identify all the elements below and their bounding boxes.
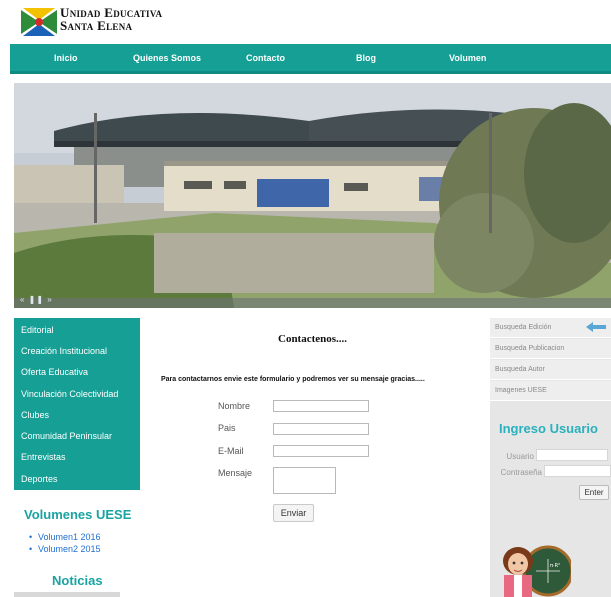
teacher-illustration: π·R² xyxy=(503,545,571,597)
brand-line-2: Santa Elena xyxy=(60,18,133,33)
volume-link-2016[interactable]: Volumen1 2016 xyxy=(29,532,101,544)
enter-button[interactable]: Enter xyxy=(579,485,609,500)
menu-item-editorial[interactable]: Editorial xyxy=(21,325,54,335)
left-menu: Editorial Creación Institucional Oferta … xyxy=(14,318,140,490)
menu-item-entrevistas[interactable]: Entrevistas xyxy=(21,452,66,462)
country-label: Pais xyxy=(218,423,236,433)
message-textarea[interactable] xyxy=(273,467,336,494)
search-publication-label: Busqueda Publicacion xyxy=(495,345,565,352)
country-field[interactable] xyxy=(273,423,369,435)
name-label: Nombre xyxy=(218,401,251,411)
school-logo-icon[interactable] xyxy=(21,8,57,36)
menu-item-creacion-institucional[interactable]: Creación Institucional xyxy=(21,346,107,356)
footer-strip xyxy=(14,592,120,597)
main-nav: Inicio Quienes Somos Contacto Blog Volum… xyxy=(10,44,611,74)
password-label: Contraseña xyxy=(500,468,542,477)
email-label: E-Mail xyxy=(218,446,244,456)
email-field[interactable] xyxy=(273,445,369,457)
search-publication-link[interactable]: Busqueda Publicacion xyxy=(490,339,611,359)
nav-blog[interactable]: Blog xyxy=(356,53,376,63)
news-title: Noticias xyxy=(52,573,103,588)
contact-intro: Para contactarnos envie este formulario … xyxy=(161,376,425,383)
volume-link-2015[interactable]: Volumen2 2015 xyxy=(29,544,101,556)
send-button[interactable]: Enviar xyxy=(273,504,314,522)
search-edition-link[interactable]: Busqueda Edición xyxy=(490,318,611,338)
menu-item-comunidad-peninsular[interactable]: Comunidad Peninsular xyxy=(21,431,112,441)
right-sidebar: Busqueda Edición Busqueda Publicacion Bu… xyxy=(490,318,611,597)
user-label: Usuario xyxy=(506,452,534,461)
search-edition-label: Busqueda Edición xyxy=(495,324,552,331)
search-author-label: Busqueda Autor xyxy=(495,366,545,373)
volumes-list: Volumen1 2016 Volumen2 2015 xyxy=(29,532,101,556)
menu-item-clubes[interactable]: Clubes xyxy=(21,410,49,420)
nav-contacto[interactable]: Contacto xyxy=(246,53,285,63)
slideshow-controls[interactable]: « ❚❚ » xyxy=(20,295,53,304)
school-photo xyxy=(14,83,611,308)
nav-volumen[interactable]: Volumen xyxy=(449,53,486,63)
images-link[interactable]: Imagenes UESE xyxy=(490,381,611,401)
menu-item-deportes[interactable]: Deportes xyxy=(21,474,58,484)
contact-title: Contactenos.... xyxy=(278,333,348,345)
nav-quienes-somos[interactable]: Quienes Somos xyxy=(133,53,201,63)
menu-item-vinculacion-colectividad[interactable]: Vinculación Colectividad xyxy=(21,389,118,399)
nav-inicio[interactable]: Inicio xyxy=(54,53,78,63)
name-field[interactable] xyxy=(273,400,369,412)
images-label: Imagenes UESE xyxy=(495,387,547,394)
back-arrow-icon[interactable] xyxy=(586,322,606,332)
password-input[interactable] xyxy=(544,465,611,477)
login-title: Ingreso Usuario xyxy=(499,421,598,436)
user-input[interactable] xyxy=(536,449,608,461)
volumes-title: Volumenes UESE xyxy=(24,507,132,522)
site-brand[interactable]: Unidad Educativa Santa Elena xyxy=(60,6,162,32)
header: Unidad Educativa Santa Elena xyxy=(0,0,611,44)
menu-item-oferta-educativa[interactable]: Oferta Educativa xyxy=(21,367,88,377)
board-formula: π·R² xyxy=(550,563,560,569)
message-label: Mensaje xyxy=(218,468,253,478)
banner-slideshow[interactable]: « ❚❚ » xyxy=(14,83,611,308)
search-author-link[interactable]: Busqueda Autor xyxy=(490,360,611,380)
